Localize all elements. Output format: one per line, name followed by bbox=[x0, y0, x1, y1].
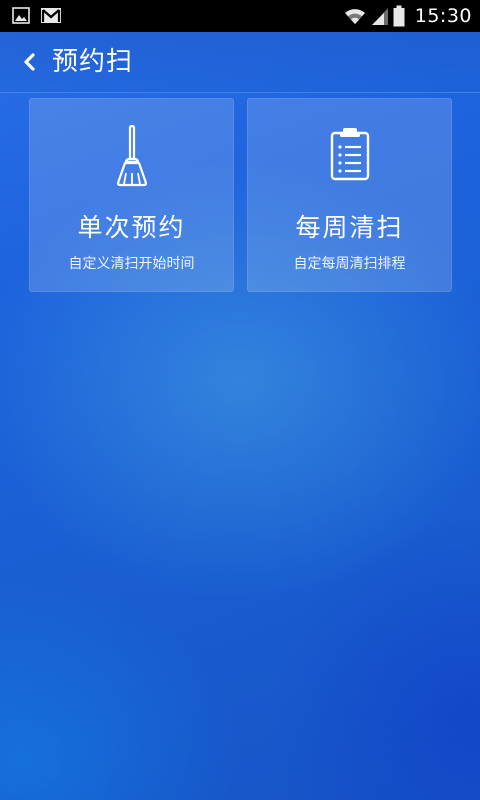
wifi-icon bbox=[344, 9, 365, 24]
status-bar: 15:30 bbox=[0, 0, 480, 32]
clock: 15:30 bbox=[414, 5, 472, 27]
card-title: 每周清扫 bbox=[295, 213, 404, 242]
card-title: 单次预约 bbox=[77, 213, 186, 242]
card-subtitle: 自定义清扫开始时间 bbox=[68, 256, 195, 272]
image-notification-icon bbox=[12, 7, 30, 24]
battery-icon bbox=[393, 5, 405, 27]
back-button[interactable] bbox=[16, 46, 44, 78]
chevron-left-icon bbox=[24, 53, 35, 71]
weekly-cleaning-card[interactable]: 每周清扫 自定每周清扫排程 bbox=[247, 98, 452, 292]
app-bar: 预约扫 bbox=[0, 32, 480, 93]
page-title: 预约扫 bbox=[52, 47, 134, 77]
card-subtitle: 自定每周清扫排程 bbox=[293, 256, 406, 272]
single-reservation-card[interactable]: 单次预约 自定义清扫开始时间 bbox=[29, 98, 234, 292]
broom-icon bbox=[116, 125, 147, 187]
signal-icon bbox=[371, 8, 388, 25]
gmail-icon bbox=[41, 8, 61, 23]
clipboard-list-icon bbox=[330, 128, 369, 181]
